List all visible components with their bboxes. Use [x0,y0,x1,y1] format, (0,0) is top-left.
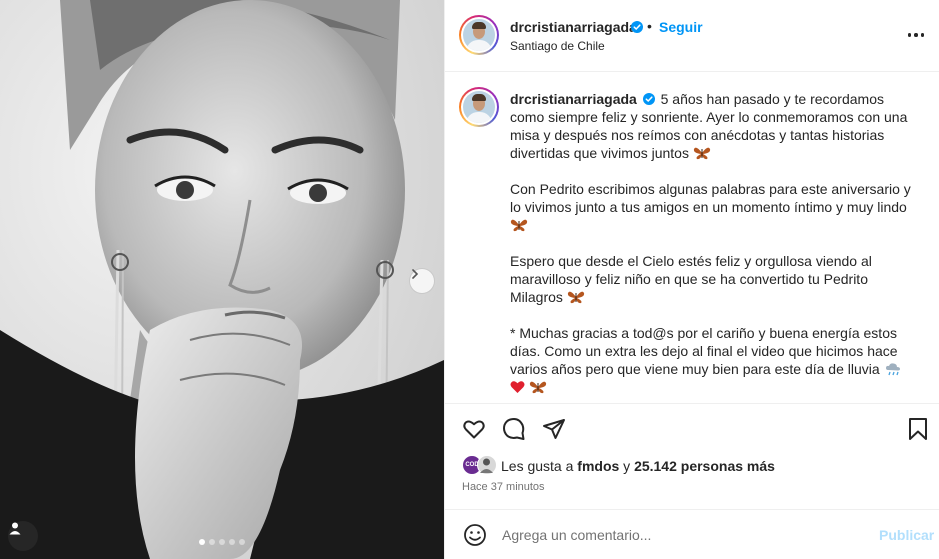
carousel-dot [239,539,245,545]
carousel-dot [219,539,225,545]
person-photo-icon [480,458,493,473]
post-side-panel: drcristianarriagada • Seguir Santiago de… [444,0,939,559]
carousel-dot [209,539,215,545]
post-caption: drcristianarriagada 5 años han pasado y … [510,90,920,403]
tagged-users-button[interactable] [8,521,38,551]
emoji-picker-button[interactable] [462,522,488,548]
author-username[interactable]: drcristianarriagada [510,19,637,35]
comment-button[interactable] [501,416,527,442]
carousel-dot-active [199,539,205,545]
comment-composer: Publicar [445,509,939,559]
butterfly-emoji [693,147,710,160]
rain-cloud-emoji [885,363,900,376]
post-action-bar [445,403,939,453]
likes-summary: COD Les gusta a fmdos y 25.142 personas … [462,455,932,477]
user-tag-icon [9,522,21,535]
follow-button[interactable]: Seguir [659,19,703,35]
save-button[interactable] [905,416,931,442]
portrait-image [0,0,444,559]
butterfly-emoji [567,291,584,304]
comment-input[interactable] [502,524,862,546]
like-button[interactable] [461,416,487,442]
bookmark-icon [909,418,927,440]
butterfly-emoji [510,219,528,232]
paper-plane-icon [543,419,565,439]
post-timestamp[interactable]: Hace 37 minutos [462,481,545,493]
red-heart-emoji [510,381,525,393]
more-options-icon[interactable] [907,26,925,44]
caption-paragraph-2: Con Pedrito escribimos algunas palabras … [510,181,911,215]
heart-outline-icon [463,420,485,439]
publish-button[interactable]: Publicar [879,527,934,543]
emoji-smile-icon [464,524,486,546]
caption-author-avatar[interactable] [459,87,499,127]
verified-badge-icon [631,21,643,33]
header-separator: • [647,18,652,34]
carousel-dot [229,539,235,545]
post-header: drcristianarriagada • Seguir Santiago de… [445,0,939,72]
first-liker-link[interactable]: fmdos [577,458,619,474]
caption-scroll-area[interactable]: drcristianarriagada 5 años han pasado y … [445,73,939,403]
carousel-indicator [199,539,245,545]
caption-paragraph-3: Espero que desde el Cielo estés feliz y … [510,253,872,305]
post-photo[interactable] [0,0,444,559]
next-image-button[interactable] [409,268,435,294]
likes-count-link[interactable]: 25.142 personas más [634,458,775,474]
share-button[interactable] [541,416,567,442]
comment-icon [503,418,525,440]
caption-username[interactable]: drcristianarriagada [510,91,637,107]
post-location[interactable]: Santiago de Chile [510,39,605,53]
caption-paragraph-4: * Muchas gracias a tod@s por el cariño y… [510,325,898,377]
liker-avatar[interactable] [477,455,497,475]
chevron-right-icon [412,269,419,279]
author-avatar[interactable] [459,15,499,55]
verified-badge-icon [642,93,655,105]
butterfly-emoji [529,381,547,394]
likes-text: Les gusta a fmdos y 25.142 personas más [501,458,775,474]
